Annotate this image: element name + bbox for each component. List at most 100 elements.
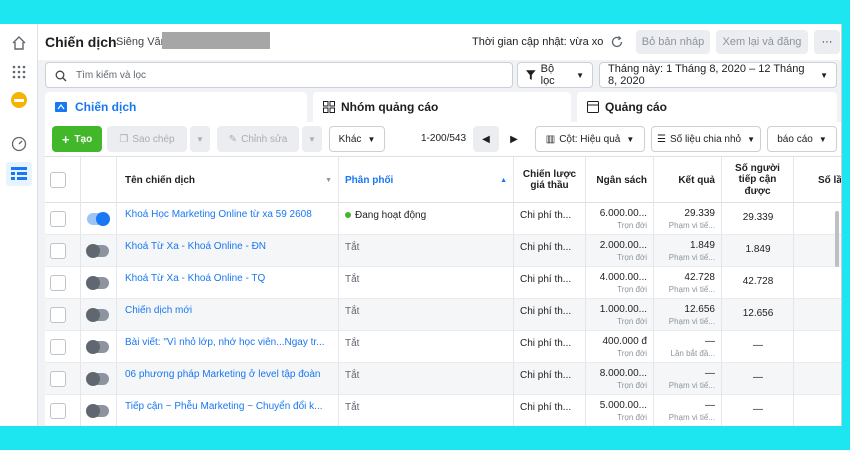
results-type: Phạm vi tiế... <box>668 285 715 294</box>
refresh-button[interactable] <box>604 30 630 54</box>
campaign-name-cell: Khoá Học Marketing Online từ xa 59 2608 <box>117 203 339 235</box>
create-button[interactable]: + Tạo <box>52 126 102 152</box>
column-header-budget[interactable]: Ngân sách <box>586 157 654 203</box>
bid-strategy-cell: Chi phí th... <box>514 299 586 331</box>
filter-button[interactable]: Bộ lọc ▼ <box>517 62 593 88</box>
columns-label: Cột: Hiệu quả <box>559 133 621 145</box>
select-all-checkbox[interactable] <box>50 172 66 188</box>
reports-button[interactable]: báo cáo ▼ <box>767 126 837 152</box>
ads-manager-window: Chiến dịch Siêng Văn Thời gian cập nhật:… <box>0 24 842 426</box>
left-nav <box>0 24 38 426</box>
columns-button[interactable]: ▥ Cột: Hiệu quả ▼ <box>535 126 645 152</box>
results-value: 29.339 <box>684 208 715 219</box>
table-row[interactable]: Chiến dịch mới Tắt Chi phí th... 1.000.00..… <box>45 299 841 331</box>
toggle-knob <box>86 308 100 322</box>
breakdown-button[interactable]: ☰ Số liệu chia nhỏ ▼ <box>651 126 761 152</box>
account-avatar-icon[interactable] <box>9 90 29 110</box>
edit-dropdown[interactable]: ▼ <box>302 126 322 152</box>
campaign-toggle[interactable] <box>87 212 110 226</box>
row-checkbox[interactable] <box>50 243 66 259</box>
edit-button[interactable]: ✎ Chỉnh sửa <box>217 126 299 152</box>
toggle-cell <box>81 235 117 267</box>
bid-strategy-cell: Chi phí th... <box>514 363 586 395</box>
campaign-toggle[interactable] <box>86 372 109 386</box>
campaign-toggle[interactable] <box>86 308 109 322</box>
search-icon <box>55 70 67 82</box>
column-header-delivery[interactable]: Phân phối ▲ <box>339 157 514 203</box>
row-checkbox[interactable] <box>50 211 66 227</box>
campaign-toggle[interactable] <box>86 340 109 354</box>
delivery-cell: Tắt <box>339 363 514 395</box>
vertical-scrollbar[interactable] <box>835 211 839 267</box>
more-actions-button[interactable]: Khác ▼ <box>329 126 385 152</box>
campaigns-table-icon[interactable] <box>6 162 32 186</box>
row-checkbox[interactable] <box>50 371 66 387</box>
campaign-name-cell: Tiếp cận ~ Phễu Marketing ~ Chuyển đổi k… <box>117 395 339 426</box>
breakdown-label: Số liệu chia nhỏ <box>669 133 742 145</box>
tab-campaigns[interactable]: Chiến dịch <box>45 92 307 122</box>
bid-strategy-cell: Chi phí th... <box>514 267 586 299</box>
row-checkbox[interactable] <box>50 339 66 355</box>
reach-cell: 29.339 <box>722 203 794 235</box>
campaign-toggle[interactable] <box>86 404 109 418</box>
update-status: Thời gian cập nhật: vừa xong <box>472 36 616 48</box>
delivery-cell: Tắt <box>339 299 514 331</box>
home-icon[interactable] <box>9 33 29 53</box>
table-row[interactable]: 06 phương pháp Marketing ở level tập đoà… <box>45 363 841 395</box>
duplicate-dropdown[interactable]: ▼ <box>190 126 210 152</box>
duplicate-button[interactable]: ❐ Sao chép <box>107 126 187 152</box>
campaigns-table: Tên chiến dịch ▼ Phân phối ▲ Chiến lược … <box>45 156 841 426</box>
table-row[interactable]: Tiếp cận ~ Phễu Marketing ~ Chuyển đổi k… <box>45 395 841 426</box>
chevron-down-icon: ▼ <box>747 134 756 144</box>
campaign-name-link[interactable]: Khoá Từ Xa - Khoá Online - TQ <box>125 273 265 284</box>
tab-ad-sets[interactable]: Nhóm quảng cáo <box>313 92 571 122</box>
toggle-cell <box>81 299 117 331</box>
reach-value: 29.339 <box>742 212 774 223</box>
row-checkbox[interactable] <box>50 403 66 419</box>
chevron-down-icon: ▼ <box>367 134 376 144</box>
discard-drafts-button[interactable]: Bỏ bản nháp <box>636 30 710 54</box>
next-page-button[interactable]: ▶ <box>503 126 525 152</box>
apps-grid-icon[interactable] <box>9 62 29 82</box>
campaign-folder-icon <box>55 102 67 112</box>
campaign-name-link[interactable]: Tiếp cận ~ Phễu Marketing ~ Chuyển đổi k… <box>125 401 323 412</box>
table-row[interactable]: Khoá Từ Xa - Khoá Online - ĐN Tắt Chi phí … <box>45 235 841 267</box>
column-header-impressions[interactable]: Số lần <box>794 157 841 203</box>
results-cell: — Phạm vi tiế... <box>654 363 722 395</box>
row-checkbox[interactable] <box>50 275 66 291</box>
review-publish-button[interactable]: Xem lại và đăng <box>716 30 808 54</box>
date-range-picker[interactable]: Tháng này: 1 Tháng 8, 2020 – 12 Tháng 8,… <box>599 62 837 88</box>
duplicate-label: Sao chép <box>132 133 175 145</box>
campaign-name-link[interactable]: Khoá Học Marketing Online từ xa 59 2608 <box>125 209 312 220</box>
more-options-button[interactable]: ··· <box>814 30 840 54</box>
chevron-left-icon: ◀ <box>482 133 490 145</box>
column-header-results[interactable]: Kết quả <box>654 157 722 203</box>
row-checkbox[interactable] <box>50 307 66 323</box>
campaign-toggle[interactable] <box>86 244 109 258</box>
toggle-cell <box>81 203 117 235</box>
plus-icon: + <box>61 131 70 147</box>
toggle-cell <box>81 363 117 395</box>
account-name[interactable]: Siêng Văn <box>116 36 167 48</box>
prev-page-button[interactable]: ◀ <box>473 126 499 152</box>
table-row[interactable]: Khoá Từ Xa - Khoá Online - TQ Tắt Chi phí … <box>45 267 841 299</box>
column-header-name[interactable]: Tên chiến dịch ▼ <box>117 157 339 203</box>
campaign-name-link[interactable]: Chiến dịch mới <box>125 305 192 316</box>
delivery-status: Tắt <box>345 242 360 253</box>
reach-cell: 12.656 <box>722 299 794 331</box>
delivery-status: Tắt <box>345 402 360 413</box>
budget-type: Trọn đời <box>617 413 647 422</box>
column-header-reach[interactable]: Số người tiếp cận được <box>722 157 794 203</box>
campaign-name-link[interactable]: Bài viết: "Vì nhỏ lớp, nhớ học viên...Ng… <box>125 337 325 348</box>
table-row[interactable]: Bài viết: "Vì nhỏ lớp, nhớ học viên...Ng… <box>45 331 841 363</box>
campaign-name-cell: 06 phương pháp Marketing ở level tập đoà… <box>117 363 339 395</box>
table-row[interactable]: Khoá Học Marketing Online từ xa 59 2608 Đ… <box>45 203 841 235</box>
search-input[interactable]: Tìm kiếm và lọc <box>45 62 513 88</box>
column-header-bid-strategy[interactable]: Chiến lược giá thầu <box>514 157 586 203</box>
campaign-name-link[interactable]: 06 phương pháp Marketing ở level tập đoà… <box>125 369 321 380</box>
tab-ads[interactable]: Quảng cáo <box>577 92 837 122</box>
toggle-knob <box>86 404 100 418</box>
campaign-toggle[interactable] <box>86 276 109 290</box>
dashboard-gauge-icon[interactable] <box>9 134 29 154</box>
campaign-name-link[interactable]: Khoá Từ Xa - Khoá Online - ĐN <box>125 241 266 252</box>
